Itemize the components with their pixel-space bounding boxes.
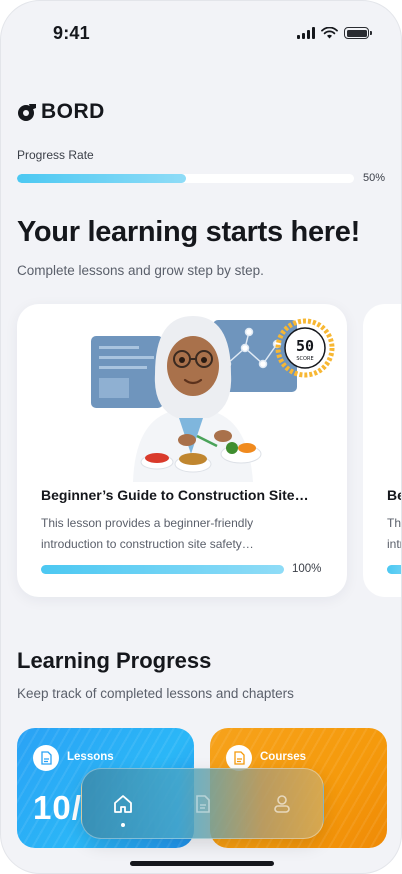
brand-mark-icon bbox=[18, 104, 36, 121]
scientist-with-food-icon: 50 SCORE bbox=[91, 316, 335, 482]
app-screen: 9:41 BORD Progress Rate 50% Your learnin… bbox=[0, 0, 402, 874]
tile-value: 10/ bbox=[33, 789, 82, 826]
progress-rate-label: Progress Rate bbox=[17, 148, 94, 162]
brand-logo: BORD bbox=[17, 100, 105, 124]
document-icon bbox=[196, 795, 210, 813]
score-label: SCORE bbox=[296, 356, 313, 362]
lesson-title: Beginner’s Guide to Construction Site… bbox=[41, 487, 309, 503]
status-time: 9:41 bbox=[53, 23, 90, 43]
score-value: 50 bbox=[296, 337, 314, 355]
progress-rate-value: 50% bbox=[363, 172, 386, 184]
section-subtitle: Keep track of completed lessons and chap… bbox=[17, 686, 294, 701]
lesson-card-next[interactable]: Be Thi intr bbox=[363, 304, 402, 597]
document-icon bbox=[33, 745, 59, 771]
lesson-description: Thi intr bbox=[387, 513, 402, 555]
page-title: Your learning starts here! bbox=[17, 216, 360, 248]
lesson-description-line-1: Thi bbox=[387, 516, 402, 530]
page-subtitle: Complete lessons and grow step by step. bbox=[17, 263, 264, 278]
nav-home-button[interactable] bbox=[109, 790, 137, 818]
status-icons bbox=[297, 27, 372, 39]
lesson-card[interactable]: 50 SCORE Beginner’s Guide to Constructio… bbox=[17, 304, 347, 597]
nav-lessons-button[interactable] bbox=[189, 790, 217, 818]
battery-icon bbox=[344, 27, 372, 39]
section-title: Learning Progress bbox=[17, 648, 212, 673]
lesson-progress-value: 100% bbox=[292, 563, 322, 575]
home-indicator bbox=[130, 861, 274, 866]
nav-active-indicator bbox=[121, 823, 125, 827]
status-bar: 9:41 bbox=[1, 1, 401, 63]
home-icon bbox=[114, 795, 132, 813]
lesson-progress-fill bbox=[41, 565, 284, 574]
lesson-description: This lesson provides a beginner-friendly… bbox=[41, 516, 254, 551]
profile-icon bbox=[274, 795, 290, 813]
lesson-title: Be bbox=[387, 487, 401, 503]
wifi-icon bbox=[321, 27, 338, 39]
bottom-nav bbox=[81, 768, 324, 839]
tile-label: Courses bbox=[260, 751, 307, 763]
lesson-progress-bar bbox=[41, 565, 284, 574]
progress-rate-bar bbox=[17, 174, 354, 183]
lesson-description-line-2: intr bbox=[387, 537, 401, 551]
nav-profile-button[interactable] bbox=[268, 790, 296, 818]
progress-rate-fill bbox=[17, 174, 186, 183]
lesson-progress-bar bbox=[387, 565, 401, 574]
signal-icon bbox=[297, 27, 315, 39]
brand-name: BORD bbox=[41, 100, 105, 123]
lesson-progress-fill bbox=[387, 565, 401, 574]
tile-label: Lessons bbox=[67, 751, 114, 763]
